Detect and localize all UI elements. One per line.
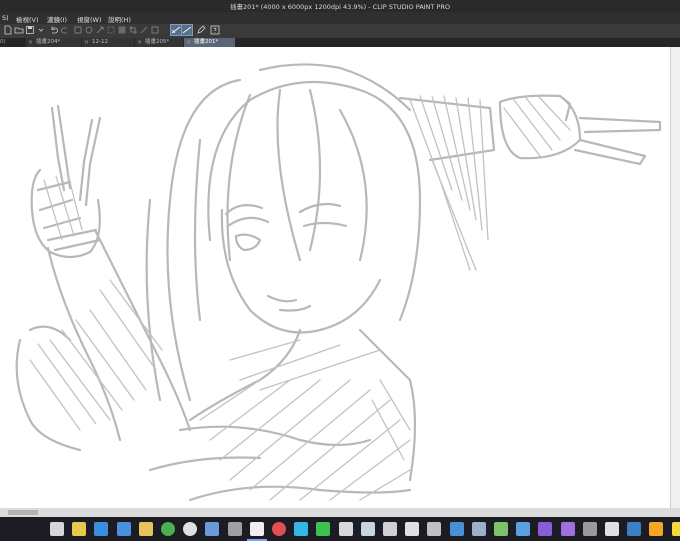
close-icon[interactable]: × [137,38,142,47]
crop-icon[interactable] [128,25,138,35]
window-title: 插畫201* (4000 x 6000px 1200dpi 43.9%) - C… [229,3,451,11]
invert-selection-icon[interactable] [117,25,127,35]
settings-icon[interactable] [605,522,619,536]
menu-item-partial[interactable]: S) [2,14,9,22]
save-icon[interactable] [25,25,35,35]
redo-icon[interactable] [60,25,70,35]
tab-document-205[interactable]: × 插畫205* [135,38,183,47]
menu-item-window[interactable]: 視窗(W) [77,14,102,24]
puzzle-icon[interactable] [339,522,353,536]
fill-icon[interactable] [84,25,94,35]
sketch-artwork [15,63,662,502]
document-tab-bar: 0) × 插畫204* × 12-12 × 插畫205* × 插畫201* [0,38,680,47]
title-bar: 插畫201* (4000 x 6000px 1200dpi 43.9%) - C… [0,0,680,12]
save-dropdown-icon[interactable] [36,25,46,35]
transform-icon[interactable] [95,25,105,35]
controller-icon[interactable] [472,522,486,536]
messenger-icon[interactable] [294,522,308,536]
open-file-icon[interactable] [14,25,24,35]
deselect-icon[interactable] [106,25,116,35]
vertical-scrollbar[interactable] [670,47,680,508]
chrome-icon[interactable] [161,522,175,536]
canvas-icon[interactable] [150,25,160,35]
photo-viewer-icon[interactable] [516,522,530,536]
notepad-icon[interactable] [494,522,508,536]
visual-studio-icon[interactable] [538,522,552,536]
menu-item-filter[interactable]: 濾鏡(I) [47,14,67,24]
tab-document-12-12[interactable]: × 12-12 [82,38,134,47]
close-icon[interactable]: × [28,38,33,47]
menu-item-view[interactable]: 檢視(V) [16,14,39,24]
vs-code-icon[interactable] [561,522,575,536]
clip-studio-paint-icon[interactable] [250,522,264,536]
command-bar [0,24,680,39]
edit-mode-icon[interactable] [196,25,206,35]
tab-partial: 0) [0,39,6,45]
selection-area-icon[interactable] [139,25,149,35]
drawing-canvas[interactable] [0,47,670,508]
clear-icon[interactable] [73,25,83,35]
windows-taskbar [0,517,680,541]
undo-icon[interactable] [49,25,59,35]
edge-browser-icon[interactable] [94,522,108,536]
horizontal-scrollbar[interactable] [0,508,680,517]
help-icon[interactable] [210,25,220,35]
menu-item-help[interactable]: 說明(H) [108,14,131,24]
tab-label: 插畫204* [36,39,61,45]
calculator-icon[interactable] [627,522,641,536]
menu-bar: S) 檢視(V) 濾鏡(I) 視窗(W) 說明(H) [0,12,680,24]
app-circle-icon[interactable] [183,522,197,536]
illustrator-icon[interactable] [649,522,663,536]
line-icon[interactable] [316,522,330,536]
tv-icon[interactable] [450,522,464,536]
tab-label: 插畫205* [145,39,170,45]
tab-document-201[interactable]: × 插畫201* [184,38,235,47]
sticky-notes-icon[interactable] [672,522,680,536]
cortana-icon[interactable] [583,522,597,536]
file-explorer-icon[interactable] [139,522,153,536]
tab-label: 插畫201* [194,39,219,45]
steam-icon[interactable] [361,522,375,536]
photos-icon[interactable] [205,522,219,536]
media-icon[interactable] [228,522,242,536]
mail-icon[interactable] [117,522,131,536]
new-file-icon[interactable] [3,25,13,35]
tab-document-204[interactable]: × 插畫204* [26,38,81,47]
scrollbar-thumb[interactable] [8,510,38,515]
unity-icon[interactable] [405,522,419,536]
record-icon[interactable] [272,522,286,536]
game-icon[interactable] [427,522,441,536]
store-icon[interactable] [383,522,397,536]
close-icon[interactable]: × [186,38,191,47]
task-view-icon[interactable] [50,522,64,536]
snap-ruler-icon[interactable] [170,24,182,36]
close-icon[interactable]: × [84,38,89,47]
tab-label: 12-12 [92,39,108,45]
snap-special-ruler-icon[interactable] [181,24,193,36]
calendar-icon[interactable] [72,522,86,536]
